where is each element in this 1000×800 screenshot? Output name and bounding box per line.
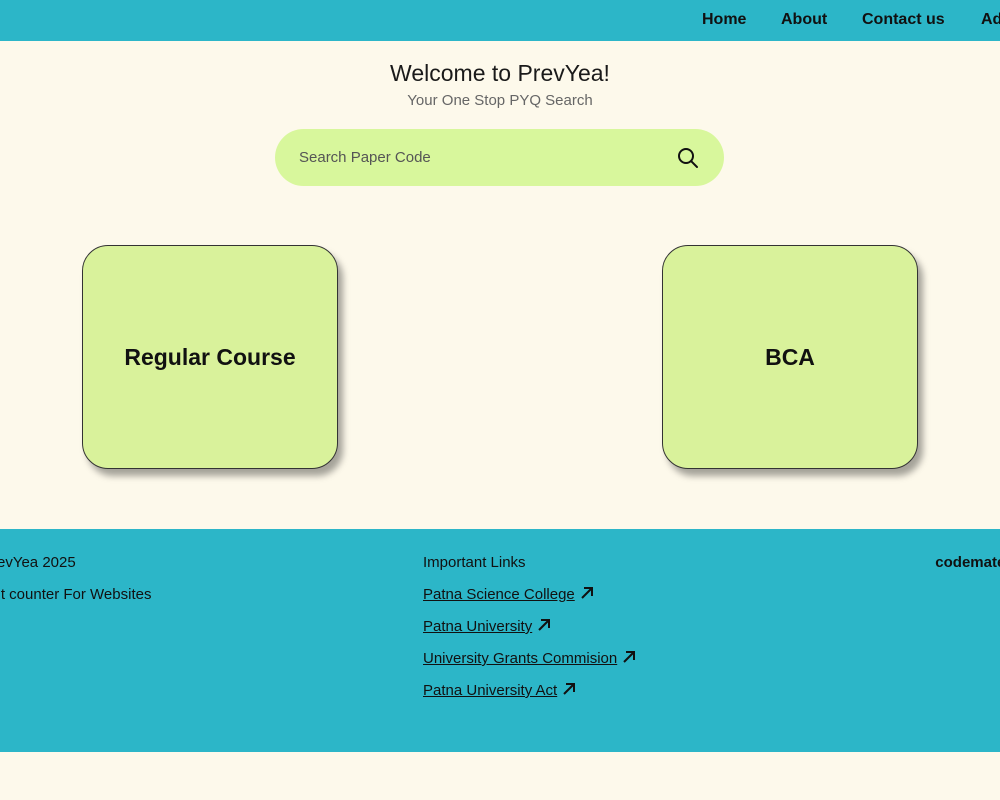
footer-link-patna-science-college[interactable]: Patna Science College xyxy=(423,586,594,603)
footer-link-ugc[interactable]: University Grants Commision xyxy=(423,650,636,667)
arrow-up-right-icon xyxy=(563,683,576,695)
footer-link-label: Patna University Act xyxy=(423,682,558,699)
nav-add-link[interactable]: Ad xyxy=(981,11,1000,29)
page-subtitle: Your One Stop PYQ Search xyxy=(407,92,593,109)
page-title: Welcome to PrevYea! xyxy=(390,60,610,86)
bca-course-card[interactable]: BCA xyxy=(662,245,918,469)
arrow-up-right-icon xyxy=(623,651,636,663)
bca-course-label: BCA xyxy=(765,343,815,370)
footer-link-label: University Grants Commision xyxy=(423,650,618,667)
nav-home-link[interactable]: Home xyxy=(702,11,746,29)
search-input[interactable] xyxy=(299,129,659,186)
regular-course-label: Regular Course xyxy=(124,343,296,370)
footer-copyright: revYea 2025 xyxy=(0,554,76,571)
regular-course-card[interactable]: Regular Course xyxy=(82,245,338,469)
nav-contact-link[interactable]: Contact us xyxy=(862,11,945,29)
search-icon[interactable] xyxy=(676,146,700,170)
footer-link-label: Patna Science College xyxy=(423,586,575,603)
footer-brand-tag: codemate18 xyxy=(935,554,1000,571)
arrow-up-right-icon xyxy=(581,587,593,599)
nav-about-link[interactable]: About xyxy=(781,11,827,29)
footer-visit-counter: sit counter For Websites xyxy=(0,586,152,603)
footer: revYea 2025 sit counter For Websites Imp… xyxy=(0,529,1000,752)
arrow-up-right-icon xyxy=(538,619,551,631)
footer-link-patna-university-act[interactable]: Patna University Act xyxy=(423,682,576,699)
top-navigation-bar: Home About Contact us Ad xyxy=(0,0,1000,41)
footer-link-patna-university[interactable]: Patna University xyxy=(423,618,551,635)
footer-link-label: Patna University xyxy=(423,618,533,635)
search-bar xyxy=(275,129,724,186)
important-links-heading: Important Links xyxy=(423,554,526,571)
